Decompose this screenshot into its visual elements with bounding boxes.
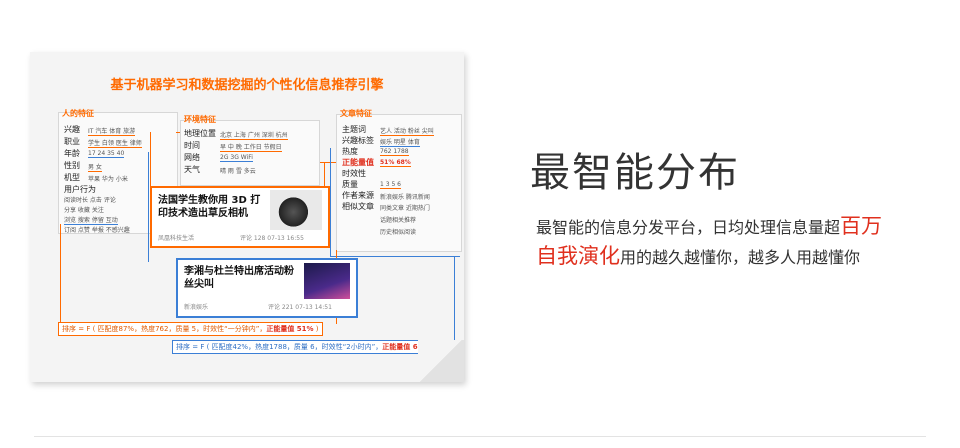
article-field: 兴趣标签 xyxy=(342,136,374,145)
ranking-formula-1: 排序 = F ( 匹配度87%，热度762，质量 5，时效性“一分钟内”，正能量… xyxy=(58,322,323,336)
environment-field: 地理位置 xyxy=(184,129,216,138)
article-value: 娱乐 明星 体育 xyxy=(380,139,420,147)
description: 最智能的信息分发平台，日均处理信息量超百万 自我演化用的越久越懂你，越多人用越懂… xyxy=(536,212,936,272)
person-features-heading: 人的特征 xyxy=(62,109,94,118)
article-card-title: 法国学生教你用 3D 打印技术造出草反相机 xyxy=(158,195,261,219)
article-card-source: 凤凰科技生活 xyxy=(158,235,195,242)
person-value: 17 24 35 40 xyxy=(88,150,125,158)
description-text: 最智能的信息分发平台，日均处理信息量超 xyxy=(536,218,841,237)
formula-text: 排序 = F ( 匹配度42%，热度1788，质量 6，时效性“2小时内”， xyxy=(176,343,383,351)
paper-curl xyxy=(418,340,464,382)
article-value: 1 3 5 6 xyxy=(380,181,401,189)
environment-field: 时间 xyxy=(184,141,200,150)
diagram-title: 基于机器学习和数据挖掘的个性化信息推荐引擎 xyxy=(110,78,384,93)
article-field: 热度 xyxy=(342,147,358,156)
formula-highlight: 正能量值 51% xyxy=(266,325,314,333)
diagram-paper: 基于机器学习和数据挖掘的个性化信息推荐引擎 人的特征 兴趣 职业 年龄 性别 机… xyxy=(30,52,464,382)
bottom-divider xyxy=(34,436,926,437)
environment-features-heading: 环境特征 xyxy=(184,115,216,124)
environment-value: 早 中 晚 工作日 节假日 xyxy=(220,144,282,152)
article-value: 艺人 活动 粉丝 尖叫 xyxy=(380,128,434,136)
person-behavior: 分享 收藏 关注 xyxy=(64,207,104,214)
connector-line xyxy=(330,256,460,257)
description-highlight: 自我演化 xyxy=(536,244,620,268)
article-card-source: 新浪娱乐 xyxy=(184,304,209,311)
article-value: 762 1788 xyxy=(380,148,409,156)
person-field: 兴趣 xyxy=(64,125,80,134)
person-field: 机型 xyxy=(64,173,80,182)
stage-photo-thumbnail xyxy=(304,263,350,299)
person-field: 职业 xyxy=(64,137,80,146)
person-behavior: 阅读时长 点击 评论 xyxy=(64,197,116,204)
article-value: 历史相似阅读 xyxy=(380,229,417,236)
person-behavior: 浏览 搜索 停留 互动 xyxy=(64,217,118,225)
environment-field: 天气 xyxy=(184,165,200,174)
environment-field: 网络 xyxy=(184,153,200,162)
article-features-heading: 文章特征 xyxy=(340,109,372,118)
person-value: 学生 白领 医生 律师 xyxy=(88,140,142,148)
person-value: 苹果 华为 小米 xyxy=(88,176,128,183)
person-value: IT 汽车 体育 旅游 xyxy=(88,128,136,136)
article-card-meta: 评论 221 07-13 14:51 xyxy=(268,304,332,311)
person-field: 用户行为 xyxy=(64,185,96,194)
formula-text: ) xyxy=(313,325,319,333)
article-field: 主题词 xyxy=(342,125,366,134)
article-field: 作者来源 xyxy=(342,191,374,200)
connector-line xyxy=(176,132,180,133)
article-field: 相似文章 xyxy=(342,202,374,211)
article-card-2[interactable]: 李湘与杜兰特出席活动粉丝尖叫 新浪娱乐 评论 221 07-13 14:51 xyxy=(176,258,358,318)
camera-thumbnail xyxy=(270,190,322,230)
article-value: 同类文章 近期热门 xyxy=(380,205,430,212)
connector-line xyxy=(60,224,61,326)
connector-line xyxy=(324,162,325,186)
article-card-title: 李湘与杜兰特出席活动粉丝尖叫 xyxy=(184,266,294,290)
connector-line xyxy=(148,152,149,262)
ranking-formula-2: 排序 = F ( 匹配度42%，热度1788，质量 6，时效性“2小时内”，正能… xyxy=(172,340,439,354)
connector-line xyxy=(320,162,336,163)
page-heading: 最智能分布 xyxy=(530,150,740,196)
formula-text: 排序 = F ( 匹配度87%，热度762，质量 5，时效性“一分钟内”， xyxy=(62,325,267,333)
person-value: 男 女 xyxy=(88,164,102,172)
environment-value: 晴 雨 雪 多云 xyxy=(220,168,256,175)
article-value: 话题相关推荐 xyxy=(380,217,417,224)
person-field: 性别 xyxy=(64,161,80,170)
article-field: 正能量值 xyxy=(342,158,374,167)
article-value: 新浪娱乐 腾讯新闻 xyxy=(380,194,430,201)
description-highlight: 百万 xyxy=(840,214,883,238)
article-card-1[interactable]: 法国学生教你用 3D 打印技术造出草反相机 凤凰科技生活 评论 128 07-1… xyxy=(150,186,330,248)
article-card-meta: 评论 128 07-13 16:55 xyxy=(240,235,304,242)
person-field: 年龄 xyxy=(64,149,80,158)
connector-line xyxy=(454,256,455,346)
article-value: 51% 68% xyxy=(380,159,411,167)
connector-line xyxy=(330,148,331,256)
article-field: 时效性 xyxy=(342,169,366,178)
environment-value: 北京 上海 广州 深圳 杭州 xyxy=(220,132,288,140)
person-behavior: 订阅 点赞 举报 不感兴趣 xyxy=(64,227,130,234)
environment-value: 2G 3G WiFi xyxy=(220,154,253,162)
description-text: 用的越久越懂你，越多人用越懂你 xyxy=(620,248,861,267)
article-field: 质量 xyxy=(342,180,358,189)
